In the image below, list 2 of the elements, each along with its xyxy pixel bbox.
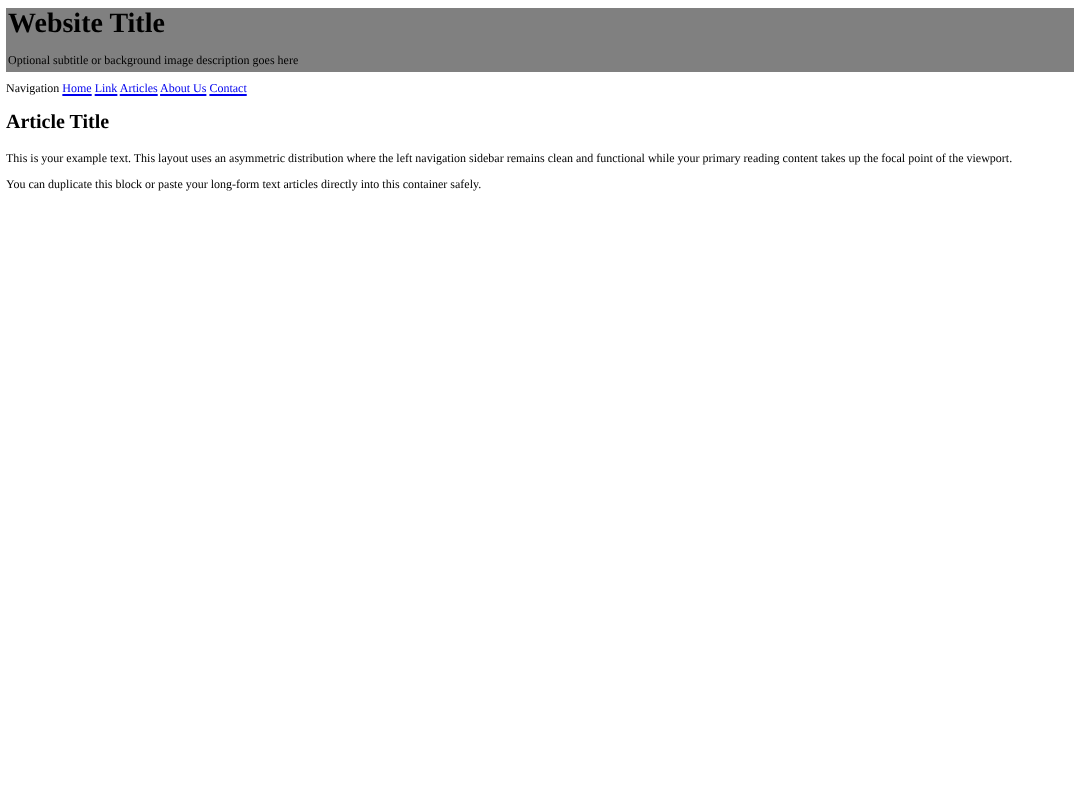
article-title: Article Title: [6, 112, 112, 136]
website-title: Website Title: [8, 10, 167, 42]
